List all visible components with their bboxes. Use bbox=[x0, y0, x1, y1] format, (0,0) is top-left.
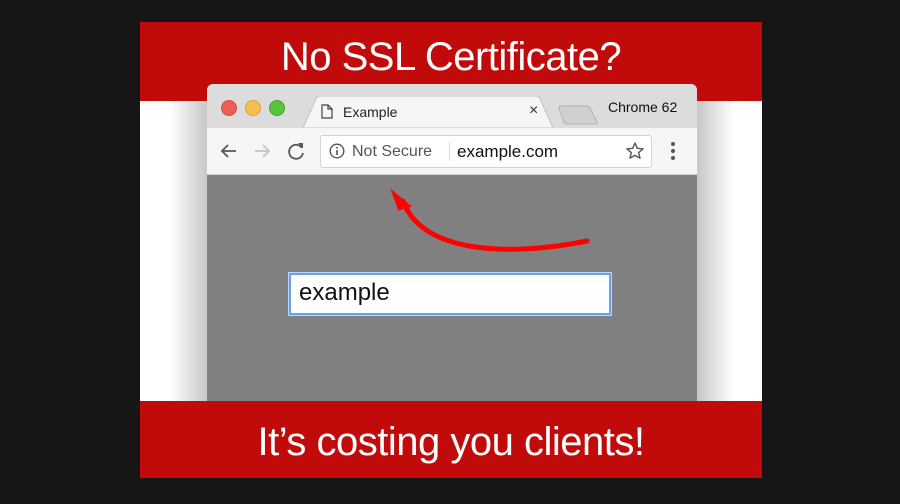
address-bar[interactable]: Not Secure example.com bbox=[320, 135, 652, 168]
text-input-field[interactable] bbox=[289, 273, 611, 315]
document-icon bbox=[321, 104, 333, 119]
new-tab-button[interactable] bbox=[557, 105, 601, 125]
tab-title: Example bbox=[343, 104, 398, 120]
browser-window: Example × Chrome 62 Not Secure example.c… bbox=[207, 84, 697, 401]
kebab-menu-icon[interactable] bbox=[667, 140, 679, 162]
window-shadow-left bbox=[170, 101, 207, 401]
window-close-button[interactable] bbox=[221, 100, 237, 116]
tab-close-icon[interactable]: × bbox=[529, 102, 538, 120]
url-text[interactable]: example.com bbox=[457, 142, 558, 162]
browser-version-label: Chrome 62 bbox=[608, 99, 678, 115]
window-minimize-button[interactable] bbox=[245, 100, 261, 116]
headline-top: No SSL Certificate? bbox=[280, 35, 622, 79]
arrow-left-icon[interactable] bbox=[218, 140, 240, 162]
reload-icon[interactable] bbox=[285, 140, 307, 162]
tab-strip: Example × Chrome 62 bbox=[207, 84, 697, 128]
security-status-text[interactable]: Not Secure bbox=[352, 143, 432, 161]
tab-shape bbox=[303, 96, 553, 128]
info-circle-icon[interactable] bbox=[329, 143, 345, 159]
headline-bottom: It’s costing you clients! bbox=[257, 420, 645, 464]
promo-graphic: No SSL Certificate? Example × Chrome 62 bbox=[140, 22, 762, 478]
window-zoom-button[interactable] bbox=[269, 100, 285, 116]
tab-example[interactable]: Example × bbox=[303, 96, 553, 128]
browser-toolbar: Not Secure example.com bbox=[207, 128, 697, 175]
star-icon[interactable] bbox=[625, 141, 645, 161]
omnibox-separator bbox=[449, 142, 450, 161]
window-shadow-right bbox=[697, 101, 734, 401]
arrow-right-icon[interactable] bbox=[251, 140, 273, 162]
page-content bbox=[207, 175, 697, 401]
example-input[interactable] bbox=[299, 275, 599, 311]
